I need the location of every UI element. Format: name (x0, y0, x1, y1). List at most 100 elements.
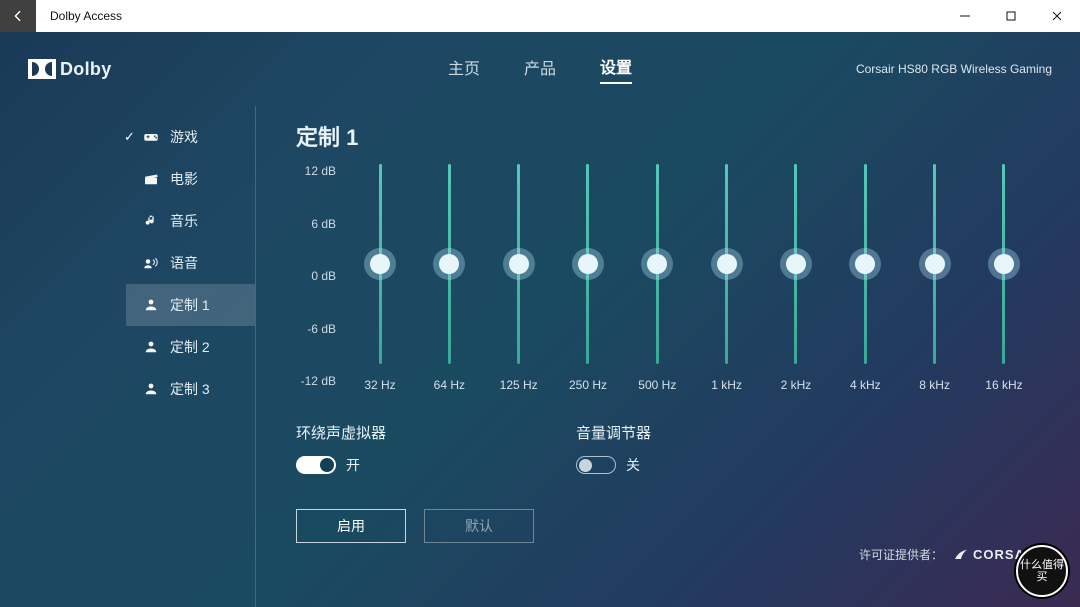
eq-freq-label: 500 Hz (638, 378, 676, 392)
apply-button[interactable]: 启用 (296, 509, 406, 543)
eq-freq-label: 64 Hz (434, 378, 465, 392)
eq-band: 2 kHz (766, 160, 826, 392)
eq-thumb[interactable] (647, 254, 667, 274)
person-icon (142, 296, 160, 314)
eq-slider[interactable] (933, 164, 936, 364)
nav: 主页 产品 设置 (448, 54, 632, 84)
eq-yaxis: 12 dB 6 dB 0 dB -6 dB -12 dB (296, 160, 344, 392)
music-note-icon (142, 212, 160, 230)
watermark-text: 什么值得买 (1018, 559, 1066, 583)
eq-db-label: 6 dB (311, 217, 336, 231)
sidebar-item-label: 定制 2 (170, 337, 210, 357)
eq-slider[interactable] (379, 164, 382, 364)
eq-thumb[interactable] (578, 254, 598, 274)
eq-thumb[interactable] (370, 254, 390, 274)
eq-band: 250 Hz (558, 160, 618, 392)
eq-slider[interactable] (1002, 164, 1005, 364)
sidebar-item-label: 语音 (170, 253, 198, 273)
arrow-left-icon (11, 9, 25, 23)
minimize-button[interactable] (942, 0, 988, 32)
eq-band: 64 Hz (419, 160, 479, 392)
eq-thumb[interactable] (925, 254, 945, 274)
license-info: 许可证提供者： CORSAIR (859, 546, 1040, 563)
eq-bands: 32 Hz 64 Hz 125 Hz 250 Hz 500 Hz 1 kHz 2… (344, 160, 1040, 392)
eq-band: 125 Hz (489, 160, 549, 392)
back-button[interactable] (0, 0, 36, 32)
eq-thumb[interactable] (717, 254, 737, 274)
dolby-logo: Dolby (28, 59, 112, 80)
voice-icon (142, 254, 160, 272)
eq-freq-label: 2 kHz (781, 378, 812, 392)
eq-thumb[interactable] (509, 254, 529, 274)
volume-label: 音量调节器 (576, 422, 651, 443)
eq-slider[interactable] (794, 164, 797, 364)
license-prefix: 许可证提供者： (859, 546, 943, 563)
eq-db-label: -6 dB (307, 322, 336, 336)
nav-products[interactable]: 产品 (524, 55, 556, 83)
sidebar-item-movies[interactable]: 电影 (126, 158, 255, 200)
surround-label: 环绕声虚拟器 (296, 422, 386, 443)
preset-title: 定制 1 (296, 120, 1040, 152)
volume-toggle[interactable] (576, 456, 616, 474)
eq-thumb[interactable] (786, 254, 806, 274)
eq-db-label: 0 dB (311, 269, 336, 283)
eq-db-label: 12 dB (305, 164, 336, 178)
toggles: 环绕声虚拟器 开 音量调节器 关 (296, 422, 1040, 475)
eq-freq-label: 125 Hz (500, 378, 538, 392)
equalizer: 12 dB 6 dB 0 dB -6 dB -12 dB 32 Hz 64 Hz… (296, 160, 1040, 392)
eq-db-label: -12 dB (301, 374, 336, 388)
sidebar-item-label: 定制 3 (170, 379, 210, 399)
eq-band: 32 Hz (350, 160, 410, 392)
titlebar: Dolby Access (0, 0, 1080, 32)
eq-slider[interactable] (725, 164, 728, 364)
surround-toggle-group: 环绕声虚拟器 开 (296, 422, 386, 475)
sidebar-item-custom-1[interactable]: 定制 1 (126, 284, 255, 326)
eq-slider[interactable] (448, 164, 451, 364)
eq-thumb[interactable] (994, 254, 1014, 274)
close-button[interactable] (1034, 0, 1080, 32)
sidebar-item-label: 定制 1 (170, 295, 210, 315)
person-icon (142, 380, 160, 398)
surround-toggle[interactable] (296, 456, 336, 474)
eq-band: 500 Hz (627, 160, 687, 392)
sidebar: ✓ 游戏 电影 音乐 语音 定制 1 定制 2 (126, 106, 256, 607)
eq-thumb[interactable] (855, 254, 875, 274)
eq-freq-label: 16 kHz (985, 378, 1022, 392)
person-icon (142, 338, 160, 356)
actions: 启用 默认 (296, 509, 1040, 543)
header: Dolby 主页 产品 设置 Corsair HS80 RGB Wireless… (0, 32, 1080, 106)
sidebar-item-label: 游戏 (170, 127, 198, 147)
nav-home[interactable]: 主页 (448, 55, 480, 83)
sidebar-item-games[interactable]: ✓ 游戏 (126, 116, 255, 158)
eq-slider[interactable] (586, 164, 589, 364)
app: Dolby 主页 产品 设置 Corsair HS80 RGB Wireless… (0, 32, 1080, 607)
device-name: Corsair HS80 RGB Wireless Gaming (856, 62, 1052, 76)
volume-state: 关 (626, 455, 640, 475)
sidebar-item-custom-2[interactable]: 定制 2 (126, 326, 255, 368)
window-controls (942, 0, 1080, 32)
eq-thumb[interactable] (439, 254, 459, 274)
sidebar-item-label: 电影 (170, 169, 198, 189)
watermark-badge: 什么值得买 (1016, 545, 1068, 597)
sidebar-item-voice[interactable]: 语音 (126, 242, 255, 284)
eq-slider[interactable] (517, 164, 520, 364)
eq-slider[interactable] (656, 164, 659, 364)
eq-freq-label: 4 kHz (850, 378, 881, 392)
sidebar-item-music[interactable]: 音乐 (126, 200, 255, 242)
sidebar-item-custom-3[interactable]: 定制 3 (126, 368, 255, 410)
body: ✓ 游戏 电影 音乐 语音 定制 1 定制 2 (0, 106, 1080, 607)
sails-icon (953, 547, 969, 563)
default-button[interactable]: 默认 (424, 509, 534, 543)
eq-freq-label: 32 Hz (364, 378, 395, 392)
maximize-button[interactable] (988, 0, 1034, 32)
eq-slider[interactable] (864, 164, 867, 364)
eq-freq-label: 250 Hz (569, 378, 607, 392)
nav-settings[interactable]: 设置 (600, 54, 632, 84)
eq-freq-label: 8 kHz (919, 378, 950, 392)
eq-band: 8 kHz (905, 160, 965, 392)
surround-state: 开 (346, 455, 360, 475)
content: 定制 1 12 dB 6 dB 0 dB -6 dB -12 dB 32 Hz … (256, 106, 1080, 607)
sidebar-item-label: 音乐 (170, 211, 198, 231)
maximize-icon (1006, 11, 1016, 21)
eq-band: 1 kHz (697, 160, 757, 392)
